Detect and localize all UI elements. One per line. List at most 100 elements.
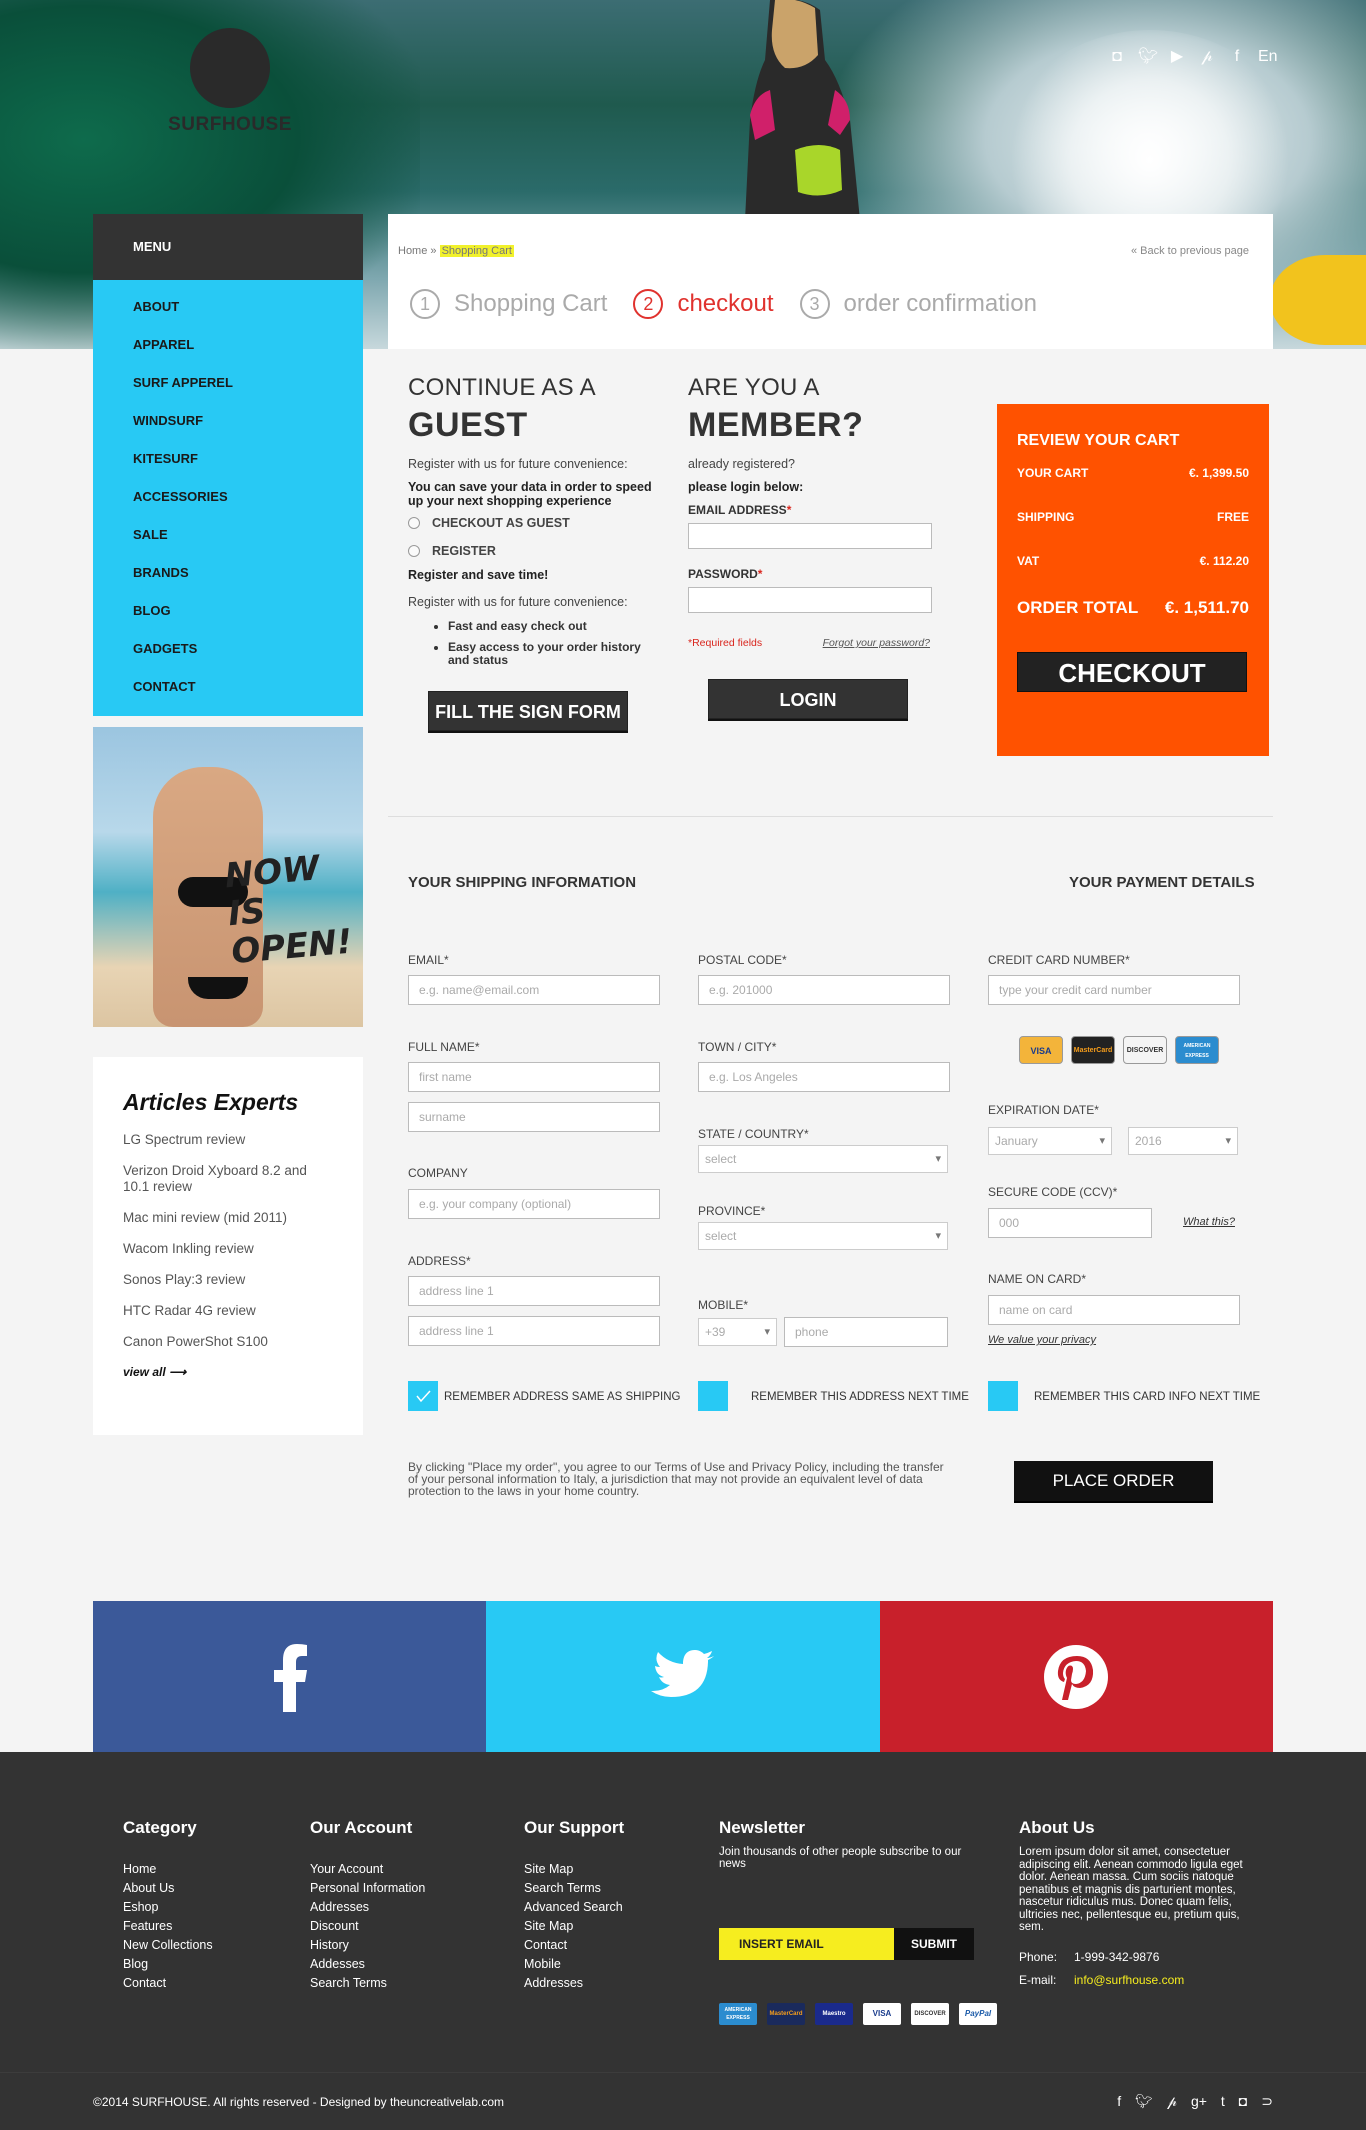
facebook-tile[interactable]	[93, 1601, 487, 1752]
menu-item-brands[interactable]: BRANDS	[93, 554, 363, 592]
remember-shipping-checkbox[interactable]	[408, 1381, 438, 1411]
menu-item-kitesurf[interactable]: KITESURF	[93, 440, 363, 478]
breadcrumb-home[interactable]: Home	[398, 245, 427, 257]
forgot-password-link[interactable]: Forgot your password?	[823, 637, 930, 649]
login-password-input[interactable]	[688, 587, 932, 613]
province-select[interactable]: select	[698, 1222, 948, 1250]
article-link[interactable]: Wacom Inkling review	[123, 1241, 333, 1257]
article-link[interactable]: Canon PowerShot S100	[123, 1334, 333, 1350]
back-link[interactable]: « Back to previous page	[1131, 245, 1249, 257]
credit-card-number-field[interactable]: type your credit card number	[988, 975, 1240, 1005]
ccv-field[interactable]: 000	[988, 1208, 1152, 1238]
google-plus-icon[interactable]: g+	[1191, 2093, 1207, 2110]
phone-field[interactable]: phone	[784, 1317, 948, 1347]
instagram-icon[interactable]: ◘	[1108, 48, 1126, 66]
footer-link[interactable]: History	[310, 1936, 425, 1955]
pinterest-icon[interactable]: 𝓅	[1167, 2093, 1177, 2110]
article-link[interactable]: LG Spectrum review	[123, 1132, 333, 1148]
footer-link[interactable]: Advanced Search	[524, 1898, 624, 1917]
instagram-icon[interactable]: ◘	[1239, 2093, 1247, 2110]
company-field[interactable]: e.g. your company (optional)	[408, 1189, 660, 1219]
remember-address-checkbox[interactable]	[698, 1381, 728, 1411]
article-link[interactable]: Verizon Droid Xyboard 8.2 and 10.1 revie…	[123, 1163, 333, 1195]
step-shopping-cart[interactable]: 1 Shopping Cart	[410, 289, 607, 319]
menu-item-windsurf[interactable]: WINDSURF	[93, 402, 363, 440]
logo[interactable]: SURFHOUSE	[165, 28, 295, 143]
login-email-input[interactable]	[688, 523, 932, 549]
menu-item-sale[interactable]: SALE	[93, 516, 363, 554]
footer-link[interactable]: Addresses	[310, 1898, 425, 1917]
footer-link[interactable]: Addesses	[310, 1955, 425, 1974]
menu-item-gadgets[interactable]: GADGETS	[93, 630, 363, 668]
footer-email-link[interactable]: info@surfhouse.com	[1074, 1973, 1184, 1987]
menu-item-contact[interactable]: CONTACT	[93, 668, 363, 706]
menu-item-blog[interactable]: BLOG	[93, 592, 363, 630]
view-all-link[interactable]: view all ⟶	[123, 1365, 333, 1379]
footer-link[interactable]: Mobile	[524, 1955, 624, 1974]
menu-item-apparel[interactable]: APPAREL	[93, 326, 363, 364]
discover-icon: DISCOVER	[911, 2003, 949, 2025]
language-switch[interactable]: En	[1258, 48, 1278, 66]
footer-link[interactable]: About Us	[123, 1879, 213, 1898]
footer-link[interactable]: Features	[123, 1917, 213, 1936]
newsletter-email-input[interactable]: INSERT EMAIL	[719, 1928, 894, 1960]
footer-link[interactable]: Eshop	[123, 1898, 213, 1917]
menu-item-accessories[interactable]: ACCESSORIES	[93, 478, 363, 516]
footer-link[interactable]: Your Account	[310, 1860, 425, 1879]
checkout-as-guest-radio[interactable]: CHECKOUT AS GUEST	[408, 516, 668, 530]
email-field[interactable]: e.g. name@email.com	[408, 975, 660, 1005]
footer-link[interactable]: Search Terms	[524, 1879, 624, 1898]
footer-link[interactable]: Search Terms	[310, 1974, 425, 1993]
expiration-year-select[interactable]: 2016	[1128, 1127, 1238, 1155]
newsletter-submit-button[interactable]: SUBMIT	[894, 1928, 974, 1960]
footer-link[interactable]: Discount	[310, 1917, 425, 1936]
article-link[interactable]: Sonos Play:3 review	[123, 1272, 333, 1288]
state-country-select[interactable]: select	[698, 1145, 948, 1173]
footer-link[interactable]: New Collections	[123, 1936, 213, 1955]
fill-sign-form-button[interactable]: FILL THE SIGN FORM	[428, 691, 628, 731]
pinterest-tile[interactable]	[879, 1601, 1273, 1752]
rss-icon[interactable]: ⊃	[1261, 2093, 1273, 2110]
twitter-tile[interactable]	[486, 1601, 880, 1752]
place-order-button[interactable]: PLACE ORDER	[1014, 1461, 1213, 1501]
menu-item-about[interactable]: ABOUT	[93, 288, 363, 326]
bottom-bar: ©2014 SURFHOUSE. All rights reserved - D…	[0, 2072, 1366, 2130]
remember-card-checkbox[interactable]	[988, 1381, 1018, 1411]
name-on-card-field[interactable]: name on card	[988, 1295, 1240, 1325]
guest-title: GUEST	[408, 406, 528, 444]
expiration-month-select[interactable]: January	[988, 1127, 1112, 1155]
footer-link[interactable]: Home	[123, 1860, 213, 1879]
footer-link[interactable]: Addresses	[524, 1974, 624, 1993]
facebook-icon[interactable]: f	[1117, 2093, 1121, 2110]
footer-link[interactable]: Site Map	[524, 1860, 624, 1879]
footer-link[interactable]: Personal Information	[310, 1879, 425, 1898]
member-section: ARE YOU A MEMBER? already registered? pl…	[688, 374, 948, 719]
article-link[interactable]: Mac mini review (mid 2011)	[123, 1210, 333, 1226]
surname-field[interactable]: surname	[408, 1102, 660, 1132]
mobile-prefix-select[interactable]: +39	[698, 1318, 777, 1346]
article-link[interactable]: HTC Radar 4G review	[123, 1303, 333, 1319]
postal-code-field[interactable]: e.g. 201000	[698, 975, 950, 1005]
twitter-icon[interactable]: 🐦︎	[1135, 2093, 1153, 2110]
privacy-link[interactable]: We value your privacy	[988, 1334, 1096, 1346]
address-line-1-field[interactable]: address line 1	[408, 1276, 660, 1306]
facebook-icon[interactable]: f	[1228, 48, 1246, 66]
tumblr-icon[interactable]: t	[1221, 2093, 1225, 2110]
login-button[interactable]: LOGIN	[708, 679, 908, 719]
payment-title: YOUR PAYMENT DETAILS	[1069, 874, 1255, 891]
twitter-icon[interactable]: 🐦︎	[1138, 48, 1158, 66]
menu-item-surf-apperel[interactable]: SURF APPEREL	[93, 364, 363, 402]
footer-link[interactable]: Site Map	[524, 1917, 624, 1936]
register-radio[interactable]: REGISTER	[408, 544, 668, 558]
town-city-field[interactable]: e.g. Los Angeles	[698, 1062, 950, 1092]
footer-link[interactable]: Contact	[123, 1974, 213, 1993]
youtube-icon[interactable]: ▶	[1168, 48, 1186, 66]
address-line-2-field[interactable]: address line 1	[408, 1316, 660, 1346]
what-this-link[interactable]: What this?	[1183, 1216, 1235, 1228]
first-name-field[interactable]: first name	[408, 1062, 660, 1092]
footer-link[interactable]: Contact	[524, 1936, 624, 1955]
checkout-button[interactable]: CHECKOUT	[1017, 652, 1247, 692]
pinterest-icon[interactable]: 𝓅	[1198, 48, 1216, 66]
footer-link[interactable]: Blog	[123, 1955, 213, 1974]
promo-banner[interactable]: NOW IS OPEN!	[93, 727, 363, 1027]
